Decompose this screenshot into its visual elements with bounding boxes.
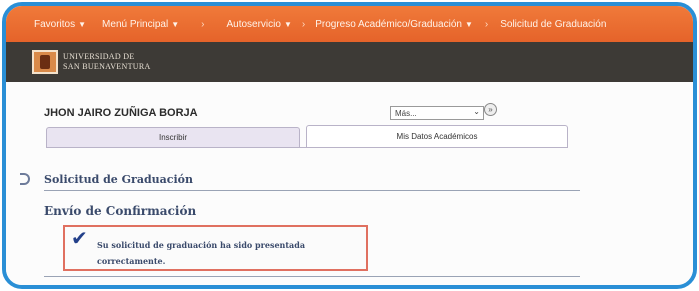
- brand-line-1: UNIVERSIDAD DE: [63, 52, 135, 61]
- check-icon: ✔: [71, 228, 88, 250]
- screenshot-frame: Favoritos ▼ Menú Principal ▼ › Autoservi…: [2, 2, 697, 289]
- collapse-arc-icon: [20, 173, 30, 185]
- nav-favoritos[interactable]: Favoritos ▼: [34, 19, 86, 30]
- top-navigation: Favoritos ▼ Menú Principal ▼ › Autoservi…: [6, 6, 693, 42]
- chevron-down-icon: ⌄: [473, 107, 480, 116]
- nav-menu-principal[interactable]: Menú Principal ▼: [102, 19, 179, 30]
- nav-solicitud-label: Solicitud de Graduación: [500, 18, 607, 30]
- nav-separator: ›: [484, 18, 489, 30]
- go-arrow-icon[interactable]: »: [484, 103, 497, 116]
- main-content: JHON JAIRO ZUÑIGA BORJA Más... ⌄ » Inscr…: [6, 82, 693, 285]
- nav-progreso-academico[interactable]: Progreso Académico/Graduación ▼: [315, 19, 473, 30]
- university-logo-icon: [32, 50, 58, 74]
- brand-line-2: SAN BUENAVENTURA: [63, 62, 151, 71]
- nav-menu-principal-label: Menú Principal: [102, 18, 169, 30]
- confirmation-message: Su solicitud de graduación ha sido prese…: [97, 240, 306, 266]
- nav-favoritos-label: Favoritos: [34, 18, 76, 30]
- nav-autoservicio-label: Autoservicio: [226, 18, 281, 30]
- nav-progreso-label: Progreso Académico/Graduación: [315, 18, 462, 30]
- select-value: Más...: [395, 108, 417, 118]
- caret-down-icon: ▼: [171, 19, 180, 29]
- nav-separator: ›: [201, 18, 205, 30]
- tab-inscribir[interactable]: Inscribir: [46, 127, 300, 147]
- caret-down-icon: ▼: [78, 19, 87, 29]
- brand-bar: UNIVERSIDAD DE SAN BUENAVENTURA: [6, 42, 693, 82]
- student-name: JHON JAIRO ZUÑIGA BORJA: [44, 107, 198, 119]
- section-title: Solicitud de Graduación: [44, 173, 193, 186]
- caret-down-icon: ▼: [283, 19, 292, 29]
- university-name: UNIVERSIDAD DE SAN BUENAVENTURA: [63, 52, 151, 72]
- confirmation-title: Envío de Confirmación: [44, 204, 197, 218]
- caret-down-icon: ▼: [464, 19, 473, 29]
- section-divider: [44, 190, 580, 191]
- nav-solicitud-graduacion[interactable]: Solicitud de Graduación: [500, 19, 606, 30]
- tab-divider: [46, 147, 568, 148]
- nav-separator: ›: [301, 18, 306, 30]
- nav-autoservicio[interactable]: Autoservicio ▼: [226, 19, 291, 30]
- bottom-divider: [44, 276, 580, 277]
- tab-mis-datos-academicos[interactable]: Mis Datos Académicos: [306, 125, 568, 147]
- confirmation-message-box: ✔ Su solicitud de graduación ha sido pre…: [63, 225, 368, 271]
- more-options-select[interactable]: Más... ⌄: [390, 106, 484, 120]
